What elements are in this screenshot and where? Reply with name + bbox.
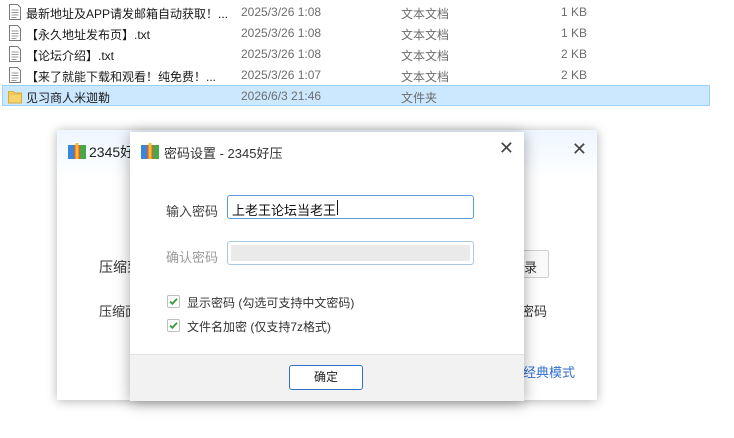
- encrypt-filename-label: 文件名加密 (仅支持7z格式): [187, 320, 332, 334]
- file-type: 文本文档: [401, 49, 450, 63]
- show-password-label: 显示密码 (勾选可支持中文密码): [187, 296, 355, 310]
- text-caret: [337, 200, 338, 215]
- checkbox-checked-icon[interactable]: [167, 295, 180, 308]
- password-input[interactable]: 上老王论坛当老王: [227, 195, 474, 219]
- checkbox-checked-icon[interactable]: [167, 319, 180, 332]
- dialog-footer: 确定: [130, 354, 524, 401]
- password-value: 上老王论坛当老王: [232, 203, 337, 218]
- file-type: 文件夹: [401, 91, 438, 105]
- file-row[interactable]: 【永久地址发布页】.txt 2025/3/26 1:08 文本文档 1 KB: [2, 22, 710, 43]
- text-file-icon: [9, 25, 21, 41]
- file-name: 【来了就能下载和观看！纯免费！...: [26, 70, 217, 84]
- file-row-selected[interactable]: 见习商人米迦勒 2026/6/3 21:46 文件夹: [2, 85, 710, 106]
- dialog-title: 密码设置 - 2345好压: [164, 146, 283, 161]
- password-label: 输入密码: [166, 204, 219, 219]
- archive-app-icon: [68, 143, 86, 159]
- password-link-label[interactable]: 密码: [521, 301, 547, 320]
- file-name: 【论坛介绍】.txt: [26, 49, 115, 63]
- file-date: 2025/3/26 1:08: [241, 47, 322, 61]
- file-size: 2 KB: [560, 68, 587, 82]
- password-dialog: 密码设置 - 2345好压 ✕ 输入密码 上老王论坛当老王 确认密码 显示密码 …: [130, 132, 524, 401]
- file-name: 【永久地址发布页】.txt: [26, 28, 151, 42]
- classic-mode-link[interactable]: 经典模式: [523, 362, 575, 381]
- file-row[interactable]: 最新地址及APP请发邮箱自动获取！... 2025/3/26 1:08 文本文档…: [2, 1, 710, 22]
- folder-icon: [8, 91, 22, 104]
- file-type: 文本文档: [401, 7, 450, 21]
- close-icon[interactable]: ✕: [499, 138, 514, 159]
- file-date: 2026/6/3 21:46: [241, 89, 322, 103]
- file-date: 2025/3/26 1:08: [241, 26, 322, 40]
- confirm-password-label: 确认密码: [166, 250, 219, 265]
- close-icon[interactable]: ✕: [572, 139, 587, 160]
- confirm-password-input[interactable]: [227, 241, 474, 265]
- file-size: 1 KB: [560, 26, 587, 40]
- file-name: 见习商人米迦勒: [26, 91, 111, 105]
- file-date: 2025/3/26 1:07: [241, 68, 322, 82]
- file-name: 最新地址及APP请发邮箱自动获取！...: [26, 7, 229, 21]
- window-title: 2345好: [89, 144, 135, 160]
- text-file-icon: [9, 4, 21, 20]
- text-file-icon: [9, 67, 21, 83]
- ok-button[interactable]: 确定: [289, 365, 363, 390]
- file-row[interactable]: 【论坛介绍】.txt 2025/3/26 1:08 文本文档 2 KB: [2, 43, 710, 64]
- file-type: 文本文档: [401, 70, 450, 84]
- archive-app-icon: [141, 143, 159, 159]
- file-type: 文本文档: [401, 28, 450, 42]
- file-size: 2 KB: [560, 47, 587, 61]
- text-file-icon: [9, 46, 21, 62]
- file-size: 1 KB: [560, 5, 587, 19]
- file-row[interactable]: 【来了就能下载和观看！纯免费！... 2025/3/26 1:07 文本文档 2…: [2, 64, 710, 85]
- file-date: 2025/3/26 1:08: [241, 5, 322, 19]
